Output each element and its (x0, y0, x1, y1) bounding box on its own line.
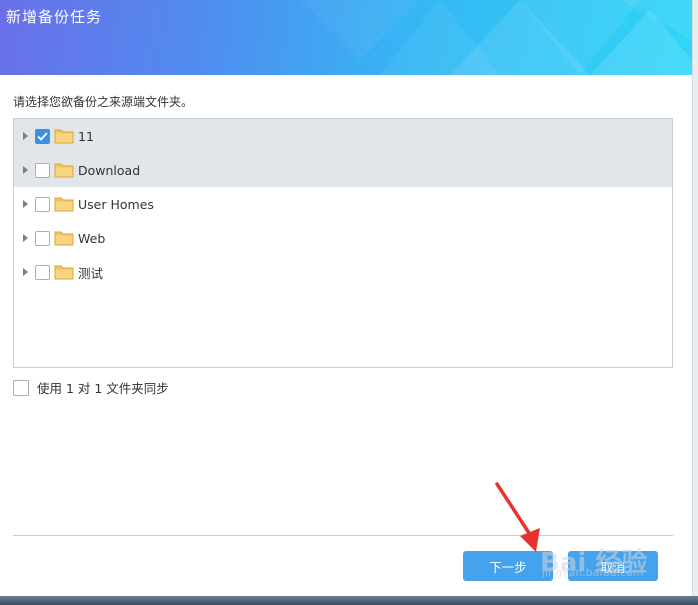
folder-checkbox[interactable] (35, 230, 50, 246)
folder-checkbox[interactable] (35, 162, 50, 178)
folder-label: 11 (78, 128, 94, 144)
tree-row-user-homes[interactable]: User Homes (14, 187, 672, 221)
footer-divider (13, 535, 673, 536)
folder-checkbox[interactable] (35, 264, 50, 280)
folder-label: User Homes (78, 196, 154, 212)
folder-label: Web (78, 230, 106, 246)
folder-label: Download (78, 162, 141, 178)
background-window-edge (692, 0, 698, 605)
sync-checkbox[interactable] (13, 379, 29, 396)
folder-checkbox[interactable] (35, 196, 50, 212)
instruction-text: 请选择您欲备份之来源端文件夹。 (13, 95, 194, 109)
expand-caret-icon[interactable] (23, 200, 28, 208)
tree-row-download[interactable]: Download (14, 153, 672, 187)
folder-icon (54, 197, 74, 212)
folder-tree[interactable]: 11 Download User Homes Web 测试 (13, 118, 673, 368)
folder-icon (54, 163, 74, 178)
expand-caret-icon[interactable] (23, 268, 28, 276)
expand-caret-icon[interactable] (23, 132, 28, 140)
watermark-domain: jingyan.baidu.com (542, 566, 644, 579)
checkmark-icon (37, 131, 48, 141)
expand-caret-icon[interactable] (23, 166, 28, 174)
dialog-header: 新增备份任务 (0, 0, 692, 75)
expand-caret-icon[interactable] (23, 234, 28, 242)
tree-row-11[interactable]: 11 (14, 119, 672, 153)
sync-option[interactable]: 使用 1 对 1 文件夹同步 (13, 378, 169, 397)
new-backup-task-dialog: 新增备份任务 请选择您欲备份之来源端文件夹。 11 Download User … (0, 0, 692, 605)
folder-icon (54, 265, 74, 280)
sync-label: 使用 1 对 1 文件夹同步 (37, 381, 169, 396)
tree-row-test[interactable]: 测试 (14, 255, 672, 289)
header-pattern (300, 0, 692, 75)
folder-label: 测试 (78, 265, 104, 281)
folder-icon (54, 129, 74, 144)
tree-row-web[interactable]: Web (14, 221, 672, 255)
folder-checkbox[interactable] (35, 128, 50, 144)
baidu-watermark: Bai 经验 jingyan.baidu.com (540, 540, 690, 590)
dialog-title: 新增备份任务 (6, 8, 103, 26)
taskbar-strip (0, 596, 698, 605)
folder-icon (54, 231, 74, 246)
